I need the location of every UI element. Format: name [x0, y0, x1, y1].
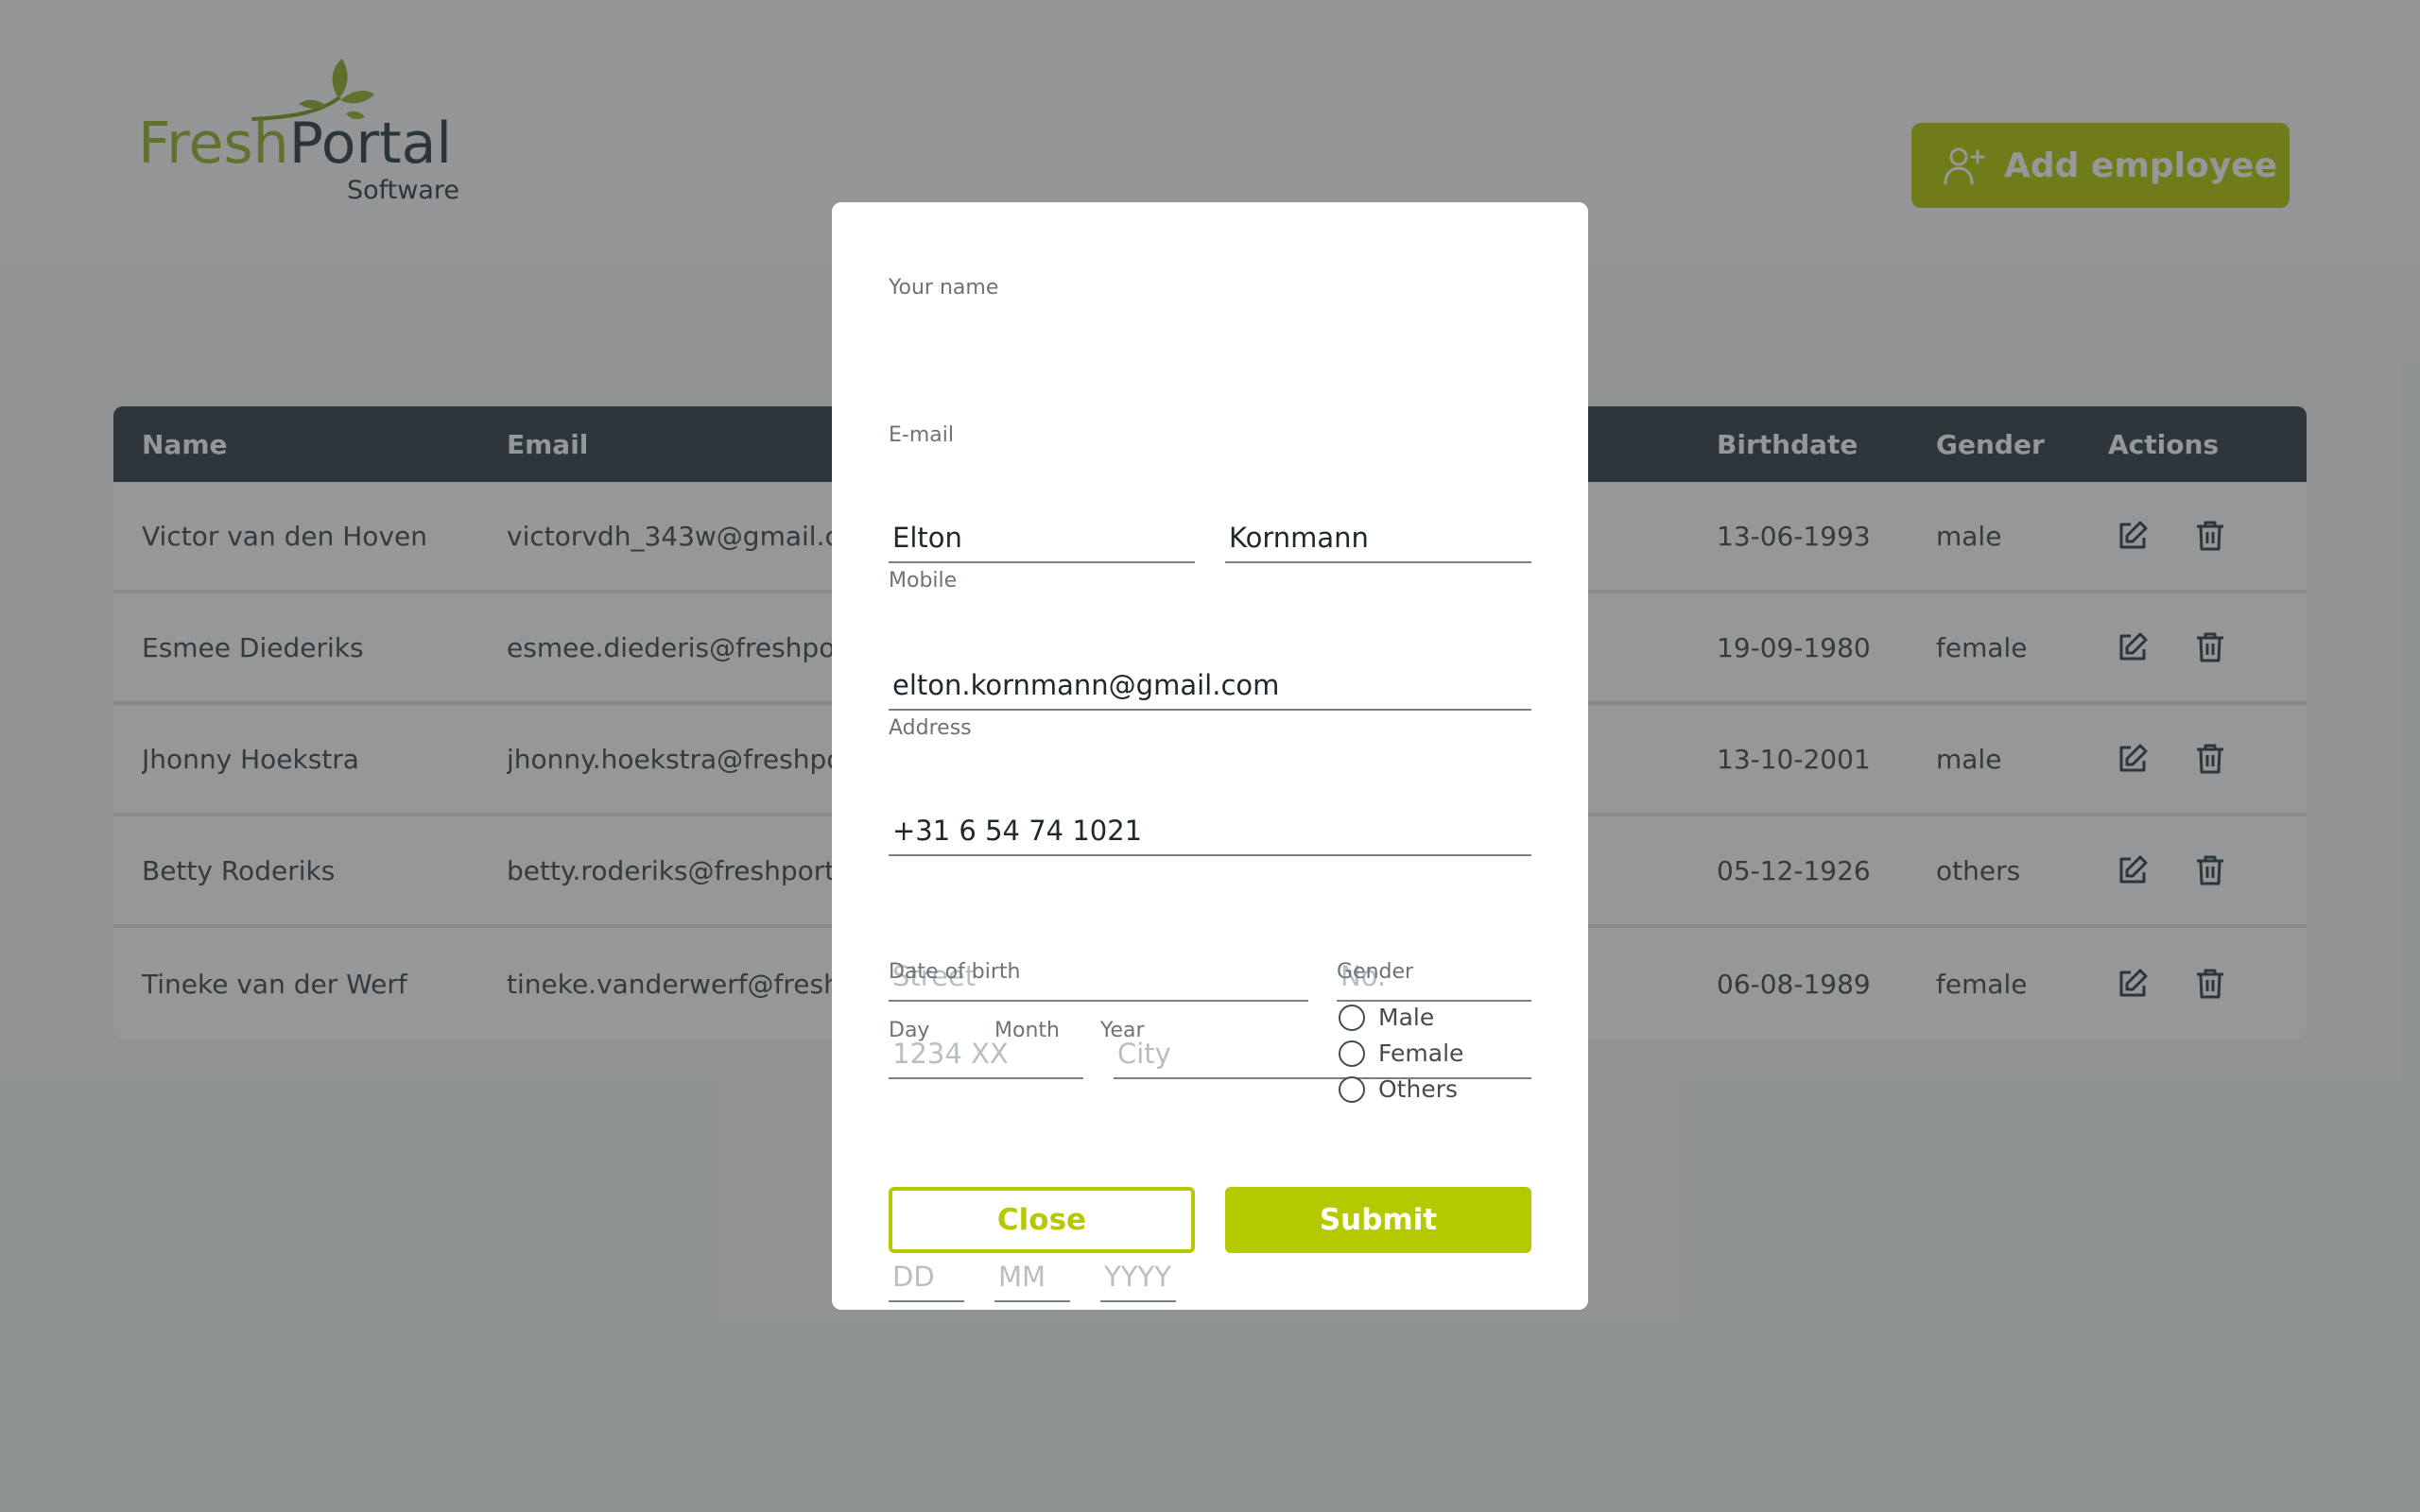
dob-label: Date of birth — [889, 960, 1021, 984]
name-label: Your name — [889, 276, 999, 300]
gender-label: Gender — [1337, 960, 1414, 984]
gender-option-others[interactable]: Others — [1339, 1075, 1458, 1103]
employee-form-modal: Your name E-mail Mobile Address Date of … — [832, 202, 1588, 1310]
gender-option-male[interactable]: Male — [1339, 1004, 1434, 1031]
mobile-label: Mobile — [889, 569, 958, 593]
gender-option-female[interactable]: Female — [1339, 1040, 1463, 1067]
radio-female[interactable] — [1339, 1040, 1365, 1067]
close-button[interactable]: Close — [889, 1187, 1195, 1253]
gender-option-label: Female — [1378, 1040, 1464, 1067]
day-label: Day — [889, 1019, 930, 1042]
radio-others[interactable] — [1339, 1075, 1365, 1103]
year-input[interactable] — [1100, 1253, 1176, 1302]
day-input[interactable] — [889, 1253, 964, 1302]
email-input[interactable] — [889, 662, 1531, 711]
address-label: Address — [889, 716, 972, 740]
submit-button[interactable]: Submit — [1225, 1187, 1531, 1253]
month-label: Month — [994, 1019, 1060, 1042]
gender-option-label: Others — [1378, 1075, 1459, 1103]
gender-option-label: Male — [1378, 1004, 1435, 1031]
radio-male[interactable] — [1339, 1004, 1365, 1031]
last-name-input[interactable] — [1225, 514, 1531, 563]
first-name-input[interactable] — [889, 514, 1195, 563]
city-input[interactable] — [1114, 1030, 1531, 1079]
year-label: Year — [1100, 1019, 1145, 1042]
mobile-input[interactable] — [889, 807, 1531, 856]
month-input[interactable] — [994, 1253, 1070, 1302]
email-label: E-mail — [889, 423, 954, 447]
